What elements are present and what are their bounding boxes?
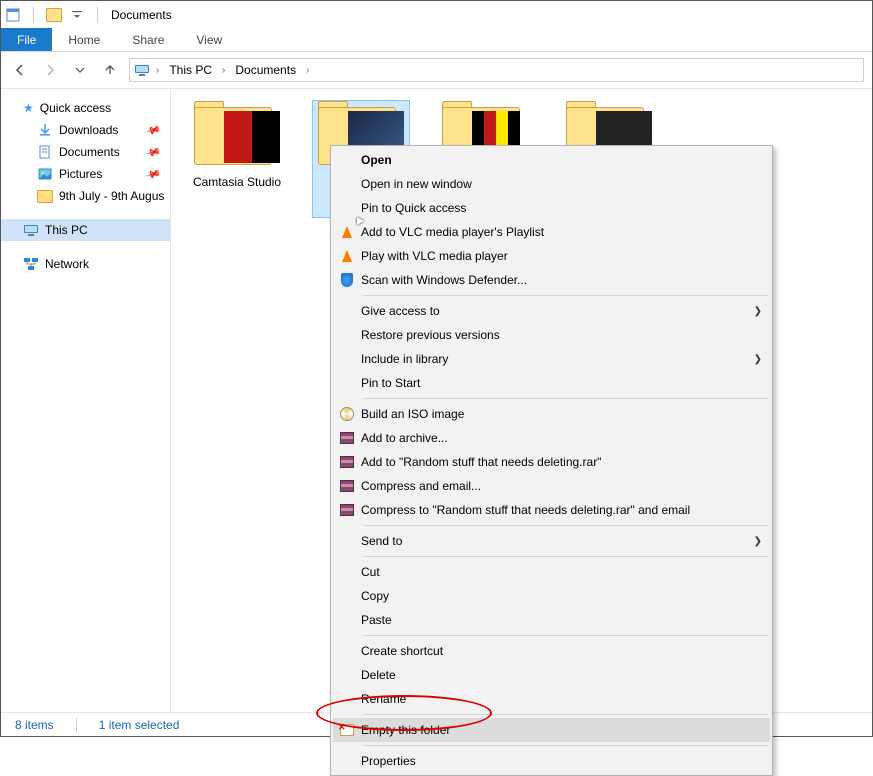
quick-access-label: Quick access [40,101,111,115]
menu-pin-start[interactable]: Pin to Start [333,371,770,395]
menu-open[interactable]: Open [333,148,770,172]
sidebar-item-label: Downloads [59,123,118,137]
sidebar-item-label: Documents [59,145,120,159]
menu-vlc-add[interactable]: Add to VLC media player's Playlist [333,220,770,244]
menu-open-new-window[interactable]: Open in new window [333,172,770,196]
status-selected: 1 item selected [99,718,180,732]
shield-icon [341,273,353,287]
sidebar-item-network[interactable]: Network [1,253,170,275]
pc-icon [23,222,39,238]
status-count: 8 items [15,718,54,732]
chevron-right-icon: ❯ [754,354,762,365]
sidebar-item-daterange[interactable]: 9th July - 9th Augus [1,185,170,207]
tab-file[interactable]: File [1,28,52,51]
sidebar-item-downloads[interactable]: Downloads 📌 [1,119,170,141]
network-label: Network [45,257,89,271]
vlc-icon [342,226,352,238]
back-button[interactable] [9,59,31,81]
folder-item[interactable]: Camtasia Studio [189,101,285,189]
window-title: Documents [111,8,172,22]
tab-home[interactable]: Home [52,28,116,51]
recent-dropdown-icon[interactable] [69,59,91,81]
menu-add-archive[interactable]: Add to archive... [333,426,770,450]
winrar-icon [340,432,354,444]
menu-include-library[interactable]: Include in library❯ [333,347,770,371]
folder-caption: Camtasia Studio [193,175,281,189]
folder-icon [46,8,62,22]
disc-icon [340,407,354,421]
window-titlebar: Documents [1,1,872,28]
up-button[interactable] [99,59,121,81]
menu-compress-email-named[interactable]: Compress to "Random stuff that needs del… [333,498,770,522]
winrar-icon [340,456,354,468]
forward-button[interactable] [39,59,61,81]
sidebar-item-this-pc[interactable]: This PC [1,219,170,241]
tab-share[interactable]: Share [116,28,180,51]
sidebar-item-pictures[interactable]: Pictures 📌 [1,163,170,185]
menu-restore[interactable]: Restore previous versions [333,323,770,347]
menu-copy[interactable]: Copy [333,584,770,608]
pin-icon: 📌 [144,165,162,183]
chevron-right-icon[interactable]: › [304,65,311,76]
sidebar-item-label: Pictures [59,167,102,181]
chevron-right-icon[interactable]: › [154,65,161,76]
context-menu: Open Open in new window Pin to Quick acc… [330,145,773,776]
menu-defender[interactable]: Scan with Windows Defender... [333,268,770,292]
pin-icon: 📌 [144,143,162,161]
menu-build-iso[interactable]: Build an ISO image [333,402,770,426]
properties-icon[interactable] [5,7,21,23]
tab-view[interactable]: View [180,28,238,51]
sidebar: ★ Quick access Downloads 📌 Documents 📌 P… [1,89,171,712]
menu-add-archive-named[interactable]: Add to "Random stuff that needs deleting… [333,450,770,474]
navigation-bar: › This PC › Documents › [1,52,872,89]
vlc-icon [342,250,352,262]
crumb-this-pc[interactable]: This PC [165,63,216,77]
menu-give-access[interactable]: Give access to❯ [333,299,770,323]
quick-access-toolbar [5,7,103,23]
address-bar[interactable]: › This PC › Documents › [129,58,864,82]
pc-icon [134,62,150,78]
menu-rename[interactable]: Rename [333,687,770,711]
menu-vlc-play[interactable]: Play with VLC media player [333,244,770,268]
documents-icon [37,144,53,160]
menu-pin-quick-access[interactable]: Pin to Quick access [333,196,770,220]
crumb-documents[interactable]: Documents [231,63,300,77]
sidebar-item-documents[interactable]: Documents 📌 [1,141,170,163]
downloads-icon [37,122,53,138]
menu-delete[interactable]: Delete [333,663,770,687]
pictures-icon [37,166,53,182]
chevron-right-icon: ❯ [754,536,762,547]
folder-icon [37,190,53,203]
chevron-right-icon: ❯ [754,306,762,317]
menu-paste[interactable]: Paste [333,608,770,632]
menu-properties[interactable]: Properties [333,749,770,773]
chevron-right-icon[interactable]: › [220,65,227,76]
ribbon-tabs: File Home Share View [1,28,872,52]
pin-icon: 📌 [144,121,162,139]
empty-folder-icon [340,724,354,736]
dropdown-icon[interactable] [69,7,85,23]
this-pc-label: This PC [45,223,88,237]
menu-send-to[interactable]: Send to❯ [333,529,770,553]
sidebar-item-label: 9th July - 9th Augus [59,189,164,203]
winrar-icon [340,504,354,516]
star-icon: ★ [23,101,34,115]
network-icon [23,256,39,272]
menu-create-shortcut[interactable]: Create shortcut [333,639,770,663]
winrar-icon [340,480,354,492]
menu-compress-email[interactable]: Compress and email... [333,474,770,498]
menu-empty-folder[interactable]: Empty this folder [333,718,770,742]
menu-cut[interactable]: Cut [333,560,770,584]
quick-access-header[interactable]: ★ Quick access [1,97,170,119]
